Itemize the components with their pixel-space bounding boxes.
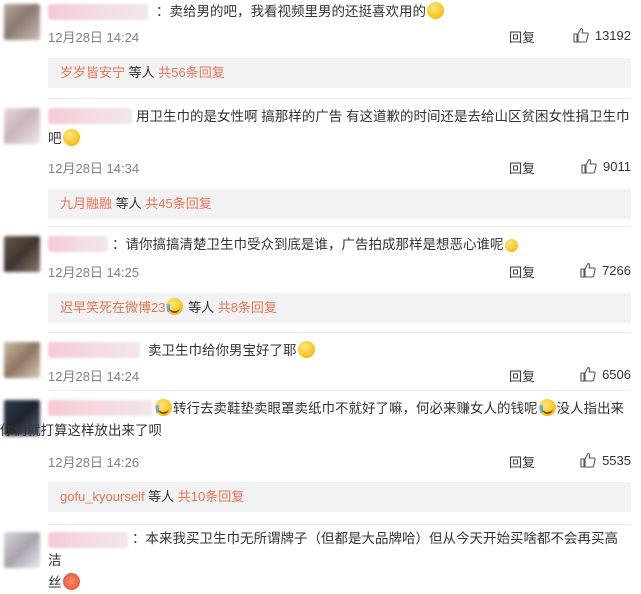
like-count: 5535 (602, 452, 631, 468)
emoji-face-icon (62, 573, 80, 590)
reply-button[interactable]: 回复 (509, 452, 535, 471)
emoji-face-icon (504, 239, 518, 252)
reply-button[interactable]: 回复 (509, 262, 535, 281)
comment-text: 转行去卖鞋垫卖眼罩卖纸巾不就好了嘛，何必来赚女人的钱呢 没人指出来 你们就打算这样… (0, 399, 624, 438)
thumbs-up-icon (580, 452, 596, 468)
emoji-cry-icon (155, 399, 172, 416)
thumbs-up-icon (580, 366, 596, 382)
reply-summary[interactable]: gofu_kyourself 等人 共10条回复 (48, 482, 631, 512)
reply-summary[interactable]: 岁岁皆安宁 等人 共56条回复 (48, 58, 631, 88)
comment-meta: 12月28日 14:24 回复 13192 (48, 27, 631, 46)
like-button[interactable]: 13192 (573, 27, 631, 43)
divider (48, 332, 631, 333)
emoji-cry-icon (166, 298, 184, 315)
reply-count-link[interactable]: 共10条回复 (178, 489, 244, 504)
comment-meta: 12月28日 14:25 回复 7266 (48, 262, 631, 281)
thumbs-up-icon (581, 158, 597, 174)
like-count: 6506 (602, 366, 631, 382)
reply-button[interactable]: 回复 (509, 158, 535, 177)
comment-meta: 12月28日 14:34 回复 9011 (48, 158, 631, 177)
reply-author[interactable]: 岁岁皆安宁 (60, 65, 125, 80)
reply-author[interactable]: 迟早笑死在微博23 (60, 300, 165, 315)
divider (48, 226, 631, 227)
comment-text: 用卫生巾的是女性啊 搞那样的广告 有这道歉的时间还是去给山区贫困女性捐卫生巾 吧 (48, 109, 630, 146)
emoji-grin-icon (427, 2, 444, 19)
comment-text: 卖卫生巾给你男宝好了耶 (48, 340, 631, 362)
timestamp: 12月28日 14:24 (48, 30, 140, 45)
thumbs-up-icon (580, 262, 596, 278)
comment-meta: 12月28日 14:24 回复 6506 (48, 366, 631, 385)
reply-button[interactable]: 回复 (509, 27, 535, 46)
reply-author[interactable]: 九月融融 (60, 196, 112, 211)
thumbs-up-icon (573, 27, 589, 43)
comment-meta: 12月28日 14:26 回复 5535 (48, 452, 631, 471)
divider (48, 390, 631, 391)
divider (48, 98, 631, 99)
emoji-cry-icon (538, 399, 556, 416)
divider (48, 524, 631, 525)
comment-text: ：请你搞搞清楚卫生巾受众到底是谁，广告拍成那样是想恶心谁呢 (48, 234, 631, 256)
timestamp: 12月28日 14:34 (48, 161, 140, 176)
reply-author[interactable]: gofu_kyourself (60, 489, 145, 504)
comment-text: ：卖给男的吧，我看视频里男的还挺喜欢用的 (48, 1, 631, 23)
emoji-surprised-icon (297, 341, 315, 358)
like-button[interactable]: 9011 (581, 158, 631, 174)
like-count: 13192 (594, 27, 631, 43)
like-button[interactable]: 5535 (580, 452, 631, 468)
reply-count-link[interactable]: 共56条回复 (158, 65, 224, 80)
reply-summary[interactable]: 九月融融 等人 共45条回复 (48, 189, 631, 219)
like-count: 9011 (603, 158, 631, 174)
timestamp: 12月28日 14:24 (48, 369, 140, 384)
avatar[interactable] (4, 532, 40, 568)
timestamp: 12月28日 14:26 (48, 455, 140, 470)
reply-count-link[interactable]: 共45条回复 (145, 196, 211, 211)
emoji-face-icon (62, 129, 80, 146)
comment-text: ：本来我买卫生巾无所谓牌子（但都是大品牌哈）但从今天开始买啥都不会再买高洁 丝 (48, 531, 618, 590)
avatar[interactable] (4, 236, 40, 272)
reply-count-link[interactable]: 共8条回复 (218, 300, 277, 315)
reply-summary[interactable]: 迟早笑死在微博23 等人 共8条回复 (48, 293, 631, 323)
avatar[interactable] (4, 108, 40, 144)
like-button[interactable]: 7266 (580, 262, 631, 278)
like-count: 7266 (602, 262, 631, 278)
avatar[interactable] (4, 342, 40, 378)
like-button[interactable]: 6506 (580, 366, 631, 382)
reply-button[interactable]: 回复 (509, 366, 535, 385)
avatar[interactable] (4, 4, 40, 40)
timestamp: 12月28日 14:25 (48, 265, 140, 280)
